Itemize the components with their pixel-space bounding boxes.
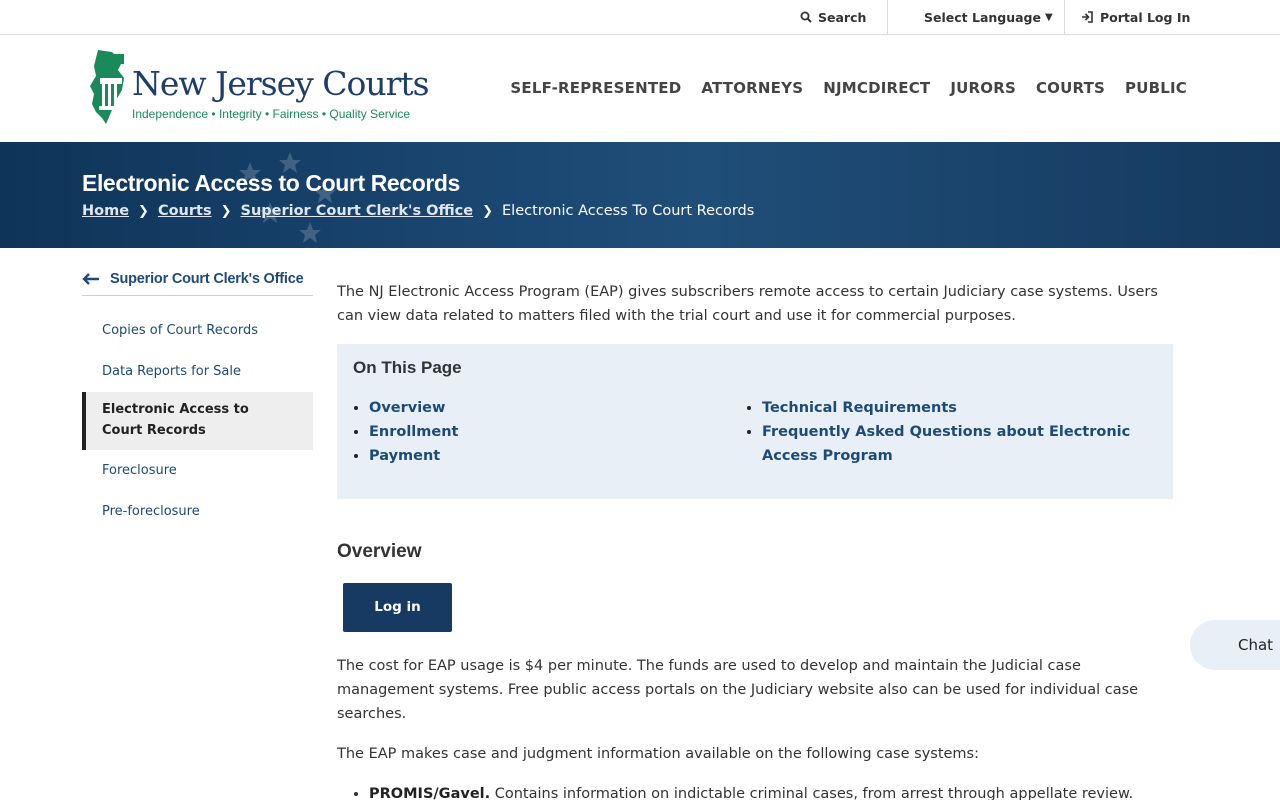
- on-this-page-col-1: Overview Enrollment Payment: [369, 396, 458, 468]
- language-select[interactable]: Select Language ▼: [887, 0, 1065, 34]
- on-this-page-title: On This Page: [353, 358, 462, 377]
- site-logo[interactable]: New Jersey Courts Independence • Integri…: [88, 48, 430, 128]
- sidebar-list: Copies of Court Records Data Reports for…: [82, 310, 313, 532]
- sidebar-item-copies[interactable]: Copies of Court Records: [82, 310, 313, 351]
- otp-link-faq[interactable]: Frequently Asked Questions about Electro…: [762, 420, 1132, 468]
- main-nav: SELF-REPRESENTED ATTORNEYS NJMCDIRECT JU…: [490, 79, 1187, 97]
- sidebar: Superior Court Clerk's Office Copies of …: [82, 262, 313, 532]
- nav-self-represented[interactable]: SELF-REPRESENTED: [510, 79, 681, 97]
- breadcrumb-clerks-office[interactable]: Superior Court Clerk's Office: [241, 203, 474, 219]
- portal-login-link[interactable]: Portal Log In: [1066, 0, 1206, 34]
- logo-name: New Jersey Courts: [132, 64, 430, 103]
- login-button[interactable]: Log in: [343, 583, 452, 632]
- system-desc: Contains information on indictable crimi…: [490, 786, 1134, 800]
- chat-button[interactable]: Chat: [1190, 620, 1280, 670]
- language-label: Select Language: [924, 9, 1041, 25]
- nav-public[interactable]: PUBLIC: [1125, 79, 1187, 97]
- search-label: Search: [818, 9, 867, 25]
- sidebar-back-link[interactable]: Superior Court Clerk's Office: [82, 262, 313, 296]
- sidebar-item-data-reports[interactable]: Data Reports for Sale: [82, 351, 313, 392]
- search-link[interactable]: Search: [800, 0, 886, 34]
- case-systems-list: PROMIS/Gavel. Contains information on in…: [337, 782, 1173, 800]
- sidebar-item-electronic-access[interactable]: Electronic Access to Court Records: [82, 392, 313, 450]
- page-title: Electronic Access to Court Records: [82, 170, 460, 196]
- logo-tagline: Independence • Integrity • Fairness • Qu…: [132, 107, 411, 121]
- chevron-right-icon: ❯: [482, 203, 494, 219]
- sidebar-item-foreclosure[interactable]: Foreclosure: [82, 450, 313, 491]
- systems-intro-paragraph: The EAP makes case and judgment informat…: [337, 746, 980, 762]
- chevron-right-icon: ❯: [220, 203, 232, 219]
- system-name: PROMIS/Gavel.: [369, 786, 491, 800]
- chat-label: Chat: [1238, 636, 1274, 654]
- breadcrumb-courts[interactable]: Courts: [158, 203, 212, 219]
- otp-link-enrollment[interactable]: Enrollment: [369, 420, 458, 444]
- overview-heading: Overview: [337, 541, 422, 562]
- utility-bar: Search Select Language ▼ Portal Log In: [0, 0, 1280, 35]
- sidebar-item-pre-foreclosure[interactable]: Pre-foreclosure: [82, 491, 313, 532]
- portal-label: Portal Log In: [1100, 9, 1191, 25]
- nj-state-logo-icon: [90, 50, 124, 124]
- sidebar-back-label: Superior Court Clerk's Office: [110, 270, 304, 287]
- breadcrumb: Home ❯ Courts ❯ Superior Court Clerk's O…: [82, 203, 754, 219]
- otp-link-technical[interactable]: Technical Requirements: [762, 396, 1132, 420]
- nav-courts[interactable]: COURTS: [1036, 79, 1105, 97]
- otp-link-payment[interactable]: Payment: [369, 444, 458, 468]
- on-this-page-col-2: Technical Requirements Frequently Asked …: [762, 396, 1132, 468]
- nav-attorneys[interactable]: ATTORNEYS: [701, 79, 803, 97]
- intro-paragraph: The NJ Electronic Access Program (EAP) g…: [337, 284, 1158, 324]
- list-item: PROMIS/Gavel. Contains information on in…: [369, 782, 1173, 800]
- on-this-page-box: On This Page Overview Enrollment Payment…: [337, 344, 1173, 499]
- caret-down-icon: ▼: [1045, 11, 1053, 23]
- nav-jurors[interactable]: JURORS: [950, 79, 1016, 97]
- chevron-right-icon: ❯: [138, 203, 149, 219]
- main-content: The NJ Electronic Access Program (EAP) g…: [337, 280, 1173, 800]
- otp-link-overview[interactable]: Overview: [369, 396, 458, 420]
- nav-njmcdirect[interactable]: NJMCDIRECT: [823, 79, 930, 97]
- arrow-left-icon: [82, 272, 99, 285]
- sign-in-icon: [1082, 11, 1093, 23]
- page-banner: Electronic Access to Court Records Home …: [0, 142, 1280, 248]
- cost-paragraph: The cost for EAP usage is $4 per minute.…: [337, 658, 1139, 722]
- search-icon: [800, 11, 812, 23]
- site-header: New Jersey Courts Independence • Integri…: [0, 35, 1280, 142]
- breadcrumb-home[interactable]: Home: [82, 203, 129, 219]
- breadcrumb-current: Electronic Access To Court Records: [502, 203, 755, 219]
